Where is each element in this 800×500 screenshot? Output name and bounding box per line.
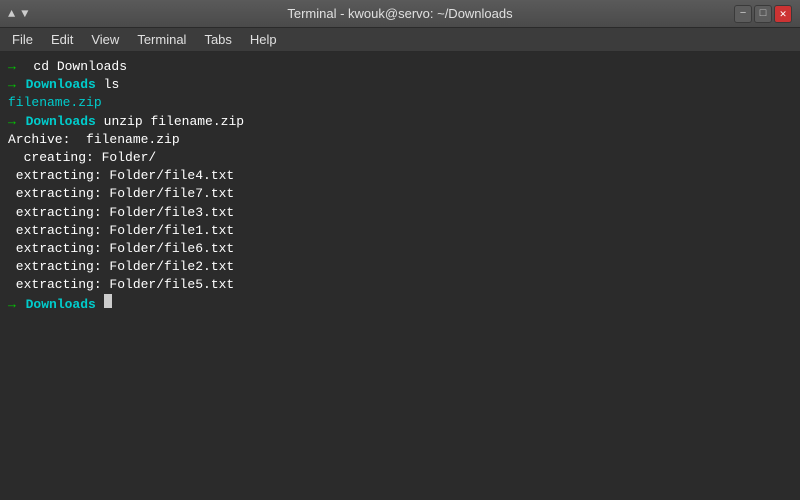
prompt-dir-4: Downloads — [26, 113, 96, 131]
terminal-line-8: extracting: Folder/file7.txt — [8, 185, 792, 203]
menu-tabs[interactable]: Tabs — [196, 30, 239, 49]
menu-terminal[interactable]: Terminal — [129, 30, 194, 49]
extract-3: extracting: Folder/file3.txt — [8, 204, 234, 222]
prompt-space-4 — [18, 113, 26, 131]
terminal-line-6: creating: Folder/ — [8, 149, 792, 167]
terminal-line-11: extracting: Folder/file6.txt — [8, 240, 792, 258]
archive-line: Archive: filename.zip — [8, 131, 180, 149]
terminal-output[interactable]: → cd Downloads → Downloads ls filename.z… — [0, 52, 800, 500]
prompt-space-last — [18, 296, 26, 314]
terminal-line-7: extracting: Folder/file4.txt — [8, 167, 792, 185]
minimize-button[interactable]: − — [734, 5, 752, 23]
extract-2: extracting: Folder/file7.txt — [8, 185, 234, 203]
prompt-dir-last: Downloads — [26, 296, 96, 314]
extract-1: extracting: Folder/file4.txt — [8, 167, 234, 185]
terminal-line-1: → cd Downloads — [8, 58, 792, 76]
terminal-line-last: → Downloads — [8, 294, 792, 314]
menu-help[interactable]: Help — [242, 30, 285, 49]
menu-edit[interactable]: Edit — [43, 30, 81, 49]
terminal-line-2: → Downloads ls — [8, 76, 792, 94]
extract-4: extracting: Folder/file1.txt — [8, 222, 234, 240]
prompt-arrow-1: → — [8, 58, 16, 76]
cmd-1: cd Downloads — [18, 58, 127, 76]
prompt-space-2 — [18, 76, 26, 94]
terminal-cursor — [104, 294, 112, 308]
terminal-line-10: extracting: Folder/file1.txt — [8, 222, 792, 240]
file-name: filename.zip — [8, 94, 102, 112]
extract-7: extracting: Folder/file5.txt — [8, 276, 234, 294]
creating-line: creating: Folder/ — [8, 149, 156, 167]
cmd-last — [96, 296, 104, 314]
extract-6: extracting: Folder/file2.txt — [8, 258, 234, 276]
maximize-button[interactable]: □ — [754, 5, 772, 23]
menu-bar: File Edit View Terminal Tabs Help — [0, 28, 800, 52]
prompt-arrow-last: → — [8, 296, 16, 314]
window-title: Terminal - kwouk@servo: ~/Downloads — [287, 6, 512, 21]
down-arrow-icon[interactable]: ▼ — [21, 7, 28, 21]
terminal-line-5: Archive: filename.zip — [8, 131, 792, 149]
title-bar-left: ▲ ▼ — [8, 7, 28, 21]
close-button[interactable]: ✕ — [774, 5, 792, 23]
prompt-arrow-2: → — [8, 76, 16, 94]
prompt-dir-2: Downloads — [26, 76, 96, 94]
terminal-line-13: extracting: Folder/file5.txt — [8, 276, 792, 294]
menu-view[interactable]: View — [83, 30, 127, 49]
terminal-line-9: extracting: Folder/file3.txt — [8, 204, 792, 222]
up-arrow-icon[interactable]: ▲ — [8, 7, 15, 21]
title-bar: ▲ ▼ Terminal - kwouk@servo: ~/Downloads … — [0, 0, 800, 28]
terminal-line-3: filename.zip — [8, 94, 792, 112]
window-controls: − □ ✕ — [734, 5, 792, 23]
terminal-line-4: → Downloads unzip filename.zip — [8, 113, 792, 131]
extract-5: extracting: Folder/file6.txt — [8, 240, 234, 258]
menu-file[interactable]: File — [4, 30, 41, 49]
cmd-2: ls — [96, 76, 119, 94]
terminal-line-12: extracting: Folder/file2.txt — [8, 258, 792, 276]
prompt-arrow-4: → — [8, 113, 16, 131]
cmd-4: unzip filename.zip — [96, 113, 244, 131]
